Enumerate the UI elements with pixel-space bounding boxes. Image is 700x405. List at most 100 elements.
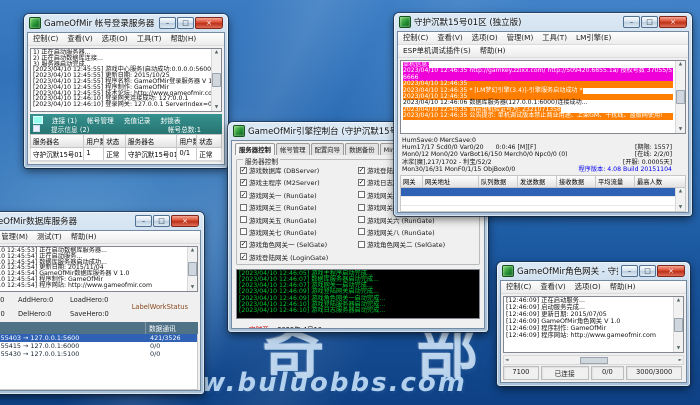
tab[interactable]: 帐号管理 [276,143,310,155]
minimize-icon[interactable]: – [159,17,176,29]
column-header[interactable]: 用户数 [177,135,197,147]
menu-item[interactable]: 帮助(H) [480,46,506,56]
column-header[interactable]: 接收数据 [557,176,596,187]
service-checkbox[interactable] [358,216,365,223]
column-header[interactable]: 连接统计 [0,322,146,334]
scrollbar[interactable]: ▲ ▼ [211,49,221,111]
menu-item[interactable]: 控制(C) [506,282,531,292]
scroll-thumb[interactable] [580,357,608,364]
scroll-up-icon[interactable]: ▲ [679,62,682,67]
scroll-thumb[interactable] [674,318,683,332]
scrollbar[interactable]: ▲ ▼ [675,188,685,211]
service-checkbox[interactable] [240,216,247,223]
service-checkbox[interactable] [358,191,365,198]
menu-item[interactable]: 控制(C) [403,33,428,43]
service-checkbox[interactable]: ✓ [240,241,247,248]
menu-item[interactable]: 工具(T) [137,34,162,44]
gateway-row[interactable] [401,197,675,206]
scroll-thumb[interactable] [212,73,221,87]
scroll-down-icon[interactable]: ▼ [191,285,194,290]
table-cell[interactable]: 正常 [197,148,221,160]
service-checkbox[interactable] [358,228,365,235]
column-header[interactable]: 网关 [401,176,423,187]
menu-item[interactable]: LM引擎(E) [576,33,611,43]
scroll-down-icon[interactable]: ▼ [679,127,682,132]
maximize-icon[interactable]: □ [153,215,170,227]
service-checkbox[interactable]: ✓ [240,167,247,174]
tip-checkbox[interactable] [33,125,40,132]
scroll-up-icon[interactable]: ▲ [677,298,680,303]
service-checkbox[interactable] [358,204,365,211]
gateway-row-selected[interactable] [401,188,675,197]
scroll-thumb[interactable] [188,262,197,276]
close-icon[interactable]: × [659,16,687,28]
service-checkbox[interactable]: ✓ [358,167,365,174]
scroll-right-icon[interactable]: ► [679,358,682,363]
menu-item[interactable]: 选项(O) [102,34,128,44]
menu-item[interactable]: 查看(V) [437,33,462,43]
column-header[interactable]: 最高人数 [635,176,685,187]
date-picker[interactable]: 2023年 4月10日 ▼ [275,328,334,329]
close-icon[interactable]: × [657,265,685,277]
service-checkbox[interactable]: ✓ [240,253,247,260]
column-header[interactable]: 数据通讯 [146,322,198,334]
maximize-icon[interactable]: □ [177,17,194,29]
toolbar-tab[interactable]: 帐号管理 [87,115,114,125]
table-cell[interactable]: 守护沉默15号01区 [126,148,177,160]
tab[interactable]: 服务器控制 [235,143,275,155]
service-checkbox[interactable] [240,228,247,235]
connection-row[interactable]: 127.0.0.1:55403 → 127.0.0.1:5600 421/352… [0,334,197,342]
scroll-left-icon[interactable]: ◄ [505,358,508,363]
gateway-row[interactable] [401,206,675,212]
column-header[interactable]: 发送数据 [518,176,557,187]
menu-item[interactable]: 帮助(H) [610,282,636,292]
titlebar-login-server[interactable]: GameOfMir 帐号登录服务器 – □ × [24,14,228,32]
maximize-icon[interactable]: □ [641,16,658,28]
scroll-up-icon[interactable]: ▲ [679,189,682,194]
column-header[interactable]: 状态 [104,135,126,147]
scrollbar[interactable]: ▲ ▼ [187,247,197,291]
scroll-down-icon[interactable]: ▼ [215,105,218,110]
menu-item[interactable]: 查看(V) [540,282,565,292]
service-checkbox[interactable]: ✓ [240,191,247,198]
scroll-up-icon[interactable]: ▲ [215,50,218,55]
titlebar-role-gateway[interactable]: GameOfMir角色网关 - 守护沉默15号0... – □ × [497,262,690,280]
service-checkbox[interactable] [240,204,247,211]
column-header[interactable]: 状态 [197,135,221,147]
menu-item[interactable]: 选项(O) [472,33,498,43]
minimize-icon[interactable]: – [621,265,638,277]
menu-item[interactable]: 管理(M) [507,33,534,43]
menu-item[interactable]: 测试(T) [37,232,62,242]
service-checkbox[interactable]: ✓ [358,179,365,186]
stop-server-button[interactable]: 停止游戏服务器(T) [342,328,419,329]
table-cell[interactable]: 正常 [104,148,126,160]
maximize-icon[interactable]: □ [639,265,656,277]
table-cell[interactable]: 1 [84,148,104,160]
table-cell[interactable]: 守护沉默15号01区 [31,148,84,160]
horizontal-scrollbar[interactable]: ◄ ► [503,355,684,365]
minimize-icon[interactable]: – [623,16,640,28]
scroll-down-icon[interactable]: ▼ [677,346,680,351]
toolbar-tab[interactable]: 充值记录 [124,115,151,125]
menu-item[interactable]: 工具(T) [542,33,567,43]
column-header[interactable]: 平均流量 [596,176,635,187]
service-checkbox[interactable]: ✓ [240,179,247,186]
tab[interactable]: 数据备份 [345,143,379,155]
menu-item[interactable]: 帮助(H) [71,232,97,242]
menu-item[interactable]: 查看(V) [67,34,92,44]
connection-row[interactable]: 127.0.0.1:55430 → 127.0.0.1:5100 0/0 [0,350,197,358]
column-header[interactable]: 服务器名 [31,135,84,147]
column-header[interactable]: 服务器名 [126,135,177,147]
titlebar-db-server[interactable]: GameOfMir数据库服务器 – □ × [0,212,204,230]
column-header[interactable]: 用户数 [84,135,104,147]
service-checkbox[interactable] [358,241,365,248]
menu-item[interactable]: 控制(C) [33,34,58,44]
table-cell[interactable]: 0/1 [177,148,197,160]
tab[interactable]: 配置向导 [311,143,345,155]
minimize-icon[interactable]: – [135,215,152,227]
column-header[interactable]: 队列数据 [479,176,518,187]
scrollbar[interactable]: ▲ ▼ [673,297,683,352]
scrollbar[interactable]: ▲ ▼ [675,61,685,133]
titlebar-m2-server[interactable]: 守护沉默15号01区 (独立版) – □ × [394,13,692,31]
menu-item[interactable]: 管理(M) [1,232,28,242]
